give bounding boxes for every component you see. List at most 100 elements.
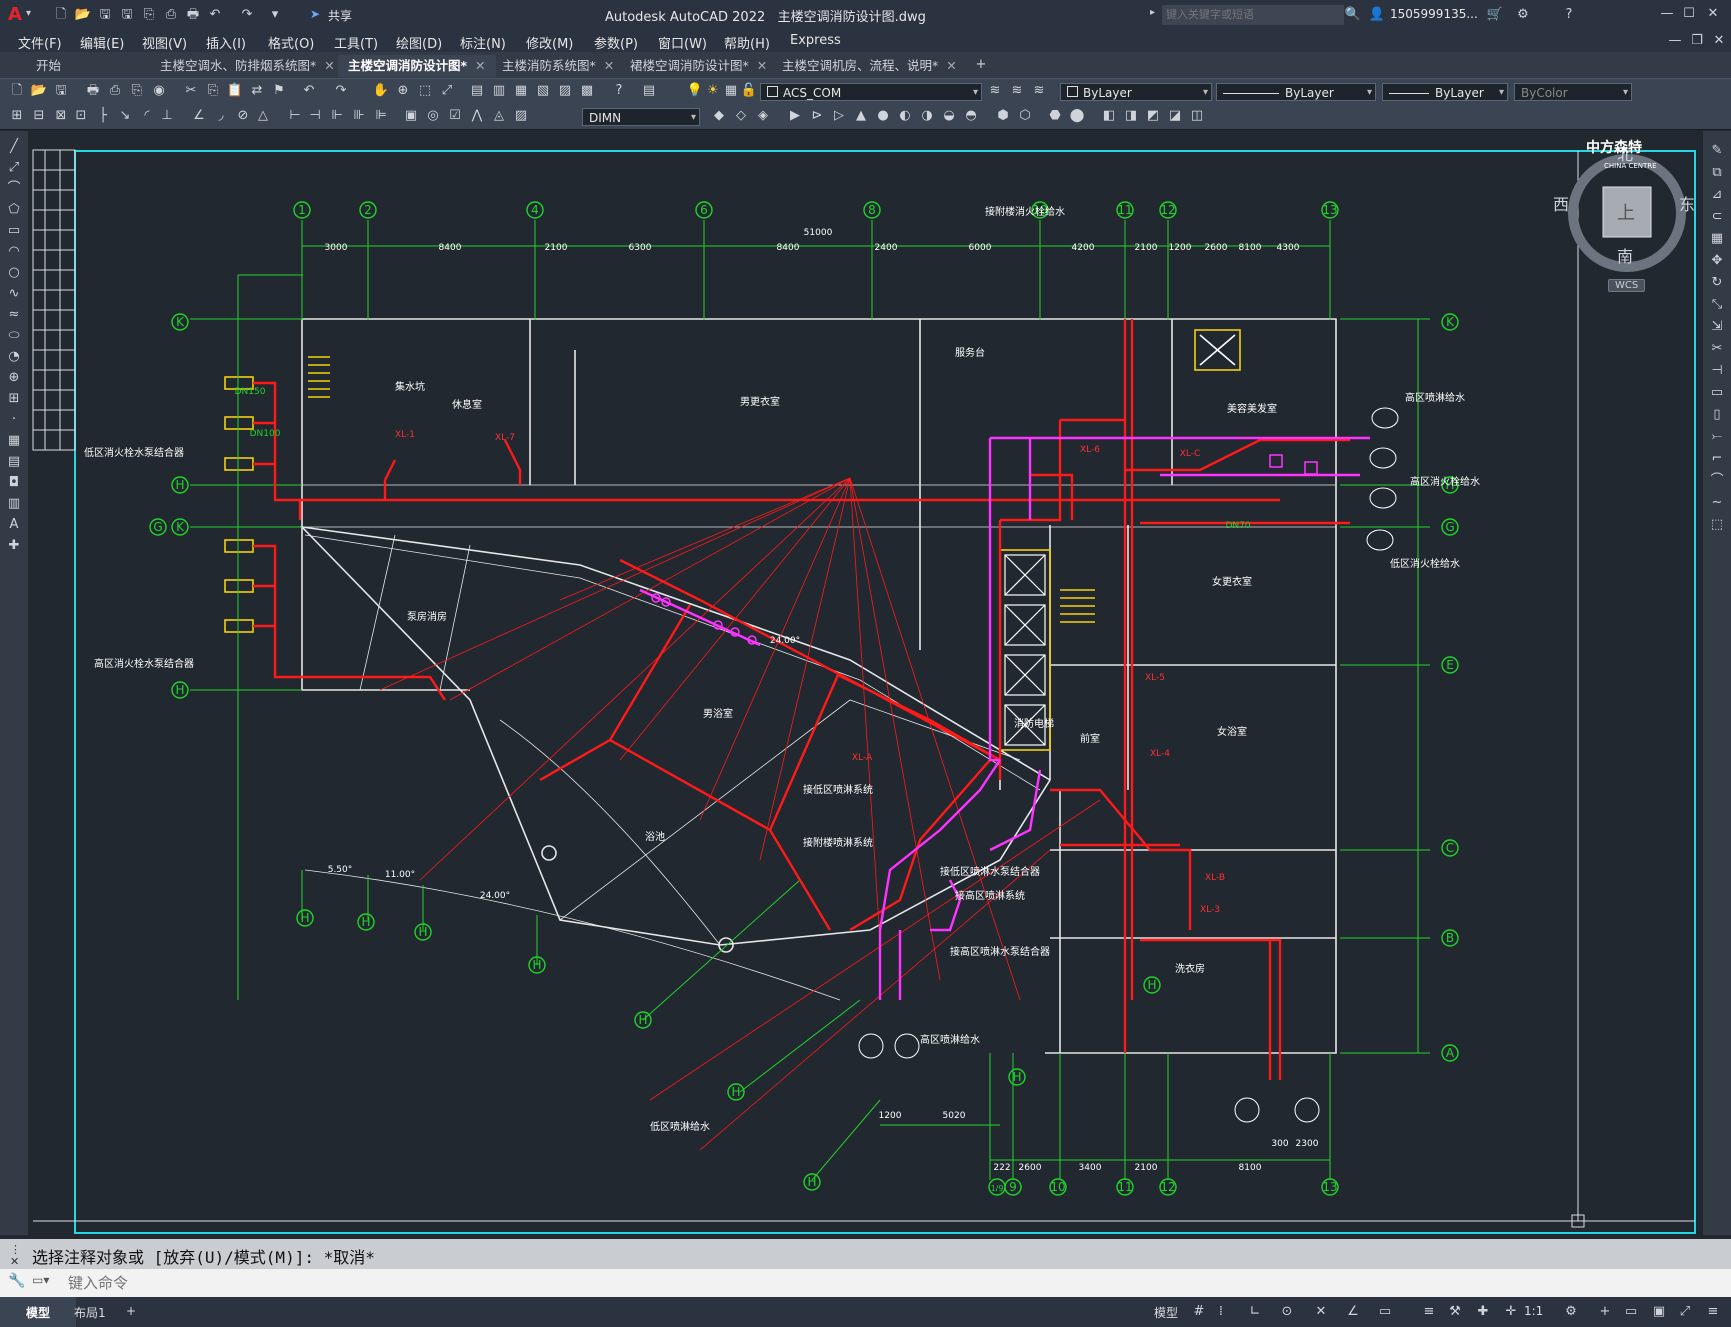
linetype-select[interactable]: ByLayer ▾	[1216, 83, 1376, 101]
block-editor-icon[interactable]: ⚑	[270, 83, 288, 99]
copy-layer-icon[interactable]: ▶	[786, 108, 804, 124]
user-name[interactable]: 1505999135...	[1390, 7, 1478, 21]
close-icon[interactable]: ✕	[757, 58, 767, 73]
snap-toggle-icon[interactable]: ⁞	[1212, 1304, 1230, 1320]
help-icon[interactable]: ?	[1560, 7, 1578, 23]
mleader-icon[interactable]: ◬	[490, 108, 508, 124]
tab-1[interactable]: 主楼空调水、防排烟系统图* ✕	[150, 55, 345, 77]
move-icon[interactable]: ✥	[1708, 253, 1726, 269]
dim-continue-icon[interactable]: ⊘	[234, 108, 252, 124]
viewcube-west[interactable]: 西	[1553, 191, 1569, 215]
dim-break-icon[interactable]: ⊢	[286, 108, 304, 124]
open-file-icon[interactable]: 📂	[74, 7, 92, 23]
new-tab-plus-icon[interactable]: +	[972, 57, 990, 73]
3d-walk-icon[interactable]: ⬡	[1016, 108, 1034, 124]
jogged-linear-icon[interactable]: ⊫	[372, 108, 390, 124]
otrack-toggle-icon[interactable]: ∠	[1344, 1304, 1362, 1320]
cut-icon[interactable]: ✂	[182, 83, 200, 99]
tool-palettes-icon[interactable]: ▦	[512, 83, 530, 99]
save-icon[interactable]: 🖫	[52, 83, 70, 99]
workspace-icon[interactable]: ⚙	[1562, 1304, 1580, 1320]
plot-preview-icon[interactable]: ⎙	[106, 83, 124, 99]
offset-icon[interactable]: ⊂	[1708, 209, 1726, 225]
lineweight-select[interactable]: ByLayer ▾	[1382, 83, 1508, 101]
mtext-icon[interactable]: A	[5, 517, 23, 533]
model-space-toggle[interactable]: 模型	[1154, 1304, 1178, 1321]
layer-off-icon[interactable]: ◇	[732, 108, 750, 124]
annotation-monitor-icon[interactable]: ⚒	[1446, 1304, 1464, 1320]
erase-icon[interactable]: ✎	[1708, 143, 1726, 159]
3d-dwf-icon[interactable]: ◉	[150, 83, 168, 99]
layer-lock-icon[interactable]: 🔓	[740, 83, 758, 99]
tab-4[interactable]: 裙楼空调消防设计图* ✕	[620, 55, 777, 77]
attach-xref-icon[interactable]: ◨	[1122, 108, 1140, 124]
design-center-icon[interactable]: ▥	[490, 83, 508, 99]
tab-start[interactable]: 开始	[26, 55, 166, 77]
table-icon[interactable]: ▥	[5, 496, 23, 512]
annotate-icon[interactable]: +	[1596, 1304, 1614, 1320]
construction-line-icon[interactable]: ⤢	[5, 160, 23, 176]
break-icon[interactable]: ▯	[1708, 407, 1726, 423]
copy-icon[interactable]: ⎘	[204, 83, 222, 99]
menu-help[interactable]: 帮助(H)	[724, 33, 770, 52]
drawing-svg[interactable]: 1 2 4 6 8 10 11 12 13KHGECBAKHG KH1/9 9 10 11 12 13H HH…	[28, 131, 1703, 1235]
polar-toggle-icon[interactable]: ⊙	[1278, 1304, 1296, 1320]
menu-draw[interactable]: 绘图(D)	[396, 33, 442, 52]
layer-freeze-icon[interactable]: ☀	[704, 83, 722, 99]
dim-space-icon[interactable]: △	[254, 108, 272, 124]
dim-ordinate-icon[interactable]: ⊡	[72, 108, 90, 124]
rectangle-icon[interactable]: ▭	[5, 223, 23, 239]
scale-icon[interactable]: ⤡	[1708, 297, 1726, 313]
tab-5[interactable]: 主楼空调机房、流程、说明* ✕	[772, 55, 967, 77]
doc-restore-icon[interactable]: ❐	[1688, 33, 1706, 49]
zoom-realtime-icon[interactable]: ⊕	[394, 83, 412, 99]
stretch-icon[interactable]: ⇲	[1708, 319, 1726, 335]
zoom-window-icon[interactable]: ⬚	[416, 83, 434, 99]
dim-linear-icon[interactable]: ⊞	[8, 108, 26, 124]
hardware-accel-icon[interactable]: ▣	[1650, 1304, 1668, 1320]
dim-arc-icon[interactable]: ⊠	[52, 108, 70, 124]
ellipse-arc-icon[interactable]: ◔	[5, 349, 23, 365]
insert-block-icon[interactable]: ◧	[1100, 108, 1118, 124]
arc-icon[interactable]: ◠	[5, 244, 23, 260]
menu-format[interactable]: 格式(O)	[268, 33, 314, 52]
user-icon[interactable]: 👤	[1368, 7, 1386, 23]
revision-cloud-icon[interactable]: ∿	[5, 286, 23, 302]
new-icon[interactable]: 🗋	[8, 83, 26, 99]
layer-properties-icon[interactable]: ▤	[640, 83, 658, 99]
fillet-icon[interactable]: ⌒	[1708, 473, 1726, 489]
redo-icon[interactable]: ↷	[332, 83, 350, 99]
menu-parametric[interactable]: 参数(P)	[594, 33, 638, 52]
clean-screen-icon[interactable]: ⤢	[1676, 1304, 1694, 1320]
app-menu-chevron-icon[interactable]: ▾	[26, 8, 31, 19]
color-select[interactable]: ByLayer ▾	[1060, 83, 1212, 101]
dim-aligned-icon[interactable]: ⊟	[30, 108, 48, 124]
pan-icon[interactable]: ✋	[372, 83, 390, 99]
osnap-toggle-icon[interactable]: ✕	[1312, 1304, 1330, 1320]
frames-icon[interactable]: ◫	[1188, 108, 1206, 124]
search-icon[interactable]: 🔍	[1344, 7, 1362, 23]
ortho-toggle-icon[interactable]: ∟	[1246, 1304, 1264, 1320]
copy-object-icon[interactable]: ⧉	[1708, 165, 1726, 181]
drawing-canvas[interactable]: 1 2 4 6 8 10 11 12 13 K H G E C B A K H G K H 1/9 9 10 11 12 13 H H H…	[28, 131, 1703, 1235]
transparency-icon[interactable]: ✚	[1474, 1304, 1492, 1320]
close-icon[interactable]: ✕	[10, 1255, 19, 1268]
array-icon[interactable]: ▦	[1708, 231, 1726, 247]
dim-text-edit-icon[interactable]: ◎	[424, 108, 442, 124]
table-icon[interactable]: ▨	[512, 108, 530, 124]
share-icon[interactable]: ➤	[310, 7, 320, 21]
autodesk-app-icon[interactable]: ⚙	[1514, 7, 1532, 23]
menu-view[interactable]: 视图(V)	[142, 33, 187, 52]
rotate-icon[interactable]: ↻	[1708, 275, 1726, 291]
save-web-icon[interactable]: ⎙	[162, 7, 180, 23]
doc-minimize-icon[interactable]: —	[1666, 33, 1684, 49]
materials-icon[interactable]: ⬤	[1068, 108, 1086, 124]
quickcalc-icon[interactable]: ▩	[578, 83, 596, 99]
menu-dimension[interactable]: 标注(N)	[460, 33, 506, 52]
close-icon[interactable]: ✕	[946, 58, 956, 73]
add-selected-icon[interactable]: ✚	[5, 538, 23, 554]
add-layout-plus-icon[interactable]: +	[126, 1304, 136, 1318]
inspection-icon[interactable]: ⊪	[350, 108, 368, 124]
trim-icon[interactable]: ✂	[1708, 341, 1726, 357]
publish-icon[interactable]: ⎘	[128, 83, 146, 99]
